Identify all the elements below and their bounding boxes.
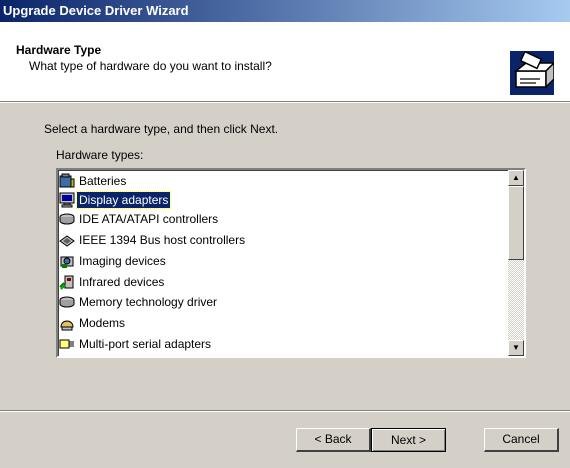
next-button[interactable]: Next >: [371, 428, 446, 452]
list-item-ieee1394[interactable]: IEEE 1394 Bus host controllers: [59, 230, 247, 249]
monitor-icon: [59, 192, 75, 207]
serial-port-icon: [59, 339, 74, 348]
memory-icon: [59, 296, 75, 307]
list-item-memory-technology-driver[interactable]: Memory technology driver: [59, 292, 219, 311]
list-item-multiport-serial[interactable]: Multi-port serial adapters: [59, 334, 213, 353]
title-bar: Upgrade Device Driver Wizard: [0, 0, 570, 22]
scroll-down-button[interactable]: ▼: [508, 340, 524, 356]
list-item-label: Multi-port serial adapters: [79, 336, 212, 351]
hardware-types-label: Hardware types:: [56, 148, 144, 162]
header-divider: [0, 102, 570, 103]
modem-icon: [60, 320, 74, 330]
vertical-scrollbar[interactable]: ▲ ▼: [508, 170, 524, 356]
list-item-label: Memory technology driver: [79, 294, 218, 309]
cancel-button[interactable]: Cancel: [484, 428, 559, 452]
list-item-batteries[interactable]: Batteries: [59, 171, 128, 190]
list-item-label: Infrared devices: [79, 274, 165, 289]
infrared-icon: [59, 275, 74, 290]
list-item-label: Imaging devices: [79, 253, 166, 268]
list-item-label: IDE ATA/ATAPI controllers: [79, 211, 219, 226]
scroll-thumb[interactable]: [508, 186, 524, 260]
hardware-types-listbox[interactable]: Batteries Display adapters IDE ATA/ATAPI…: [56, 168, 526, 358]
header-subtitle: What type of hardware do you want to ins…: [29, 59, 272, 73]
list-item-label: Batteries: [79, 173, 127, 188]
list-item-ide-controllers[interactable]: IDE ATA/ATAPI controllers: [59, 209, 220, 228]
back-button[interactable]: < Back: [296, 428, 371, 452]
hardware-wizard-icon: [510, 51, 554, 95]
list-item-imaging-devices[interactable]: Imaging devices: [59, 251, 168, 270]
camera-icon: [60, 256, 74, 268]
list-item-modems[interactable]: Modems: [59, 313, 127, 332]
ieee1394-icon: [59, 234, 75, 247]
list-item-display-adapters[interactable]: Display adapters: [59, 190, 172, 209]
instruction-text: Select a hardware type, and then click N…: [44, 122, 279, 136]
wizard-header: Hardware Type What type of hardware do y…: [0, 22, 570, 102]
scroll-up-button[interactable]: ▲: [508, 170, 524, 186]
list-items: Batteries Display adapters IDE ATA/ATAPI…: [58, 170, 510, 356]
list-item-label: IEEE 1394 Bus host controllers: [79, 232, 246, 247]
header-title: Hardware Type: [16, 43, 102, 57]
battery-icon: [59, 173, 75, 187]
list-item-label: Modems: [79, 315, 126, 330]
window-title: Upgrade Device Driver Wizard: [3, 3, 189, 18]
disk-controller-icon: [59, 213, 75, 224]
footer-divider-highlight: [0, 411, 570, 412]
list-item-label: Display adapters: [75, 190, 172, 209]
list-item-infrared-devices[interactable]: Infrared devices: [59, 272, 166, 291]
